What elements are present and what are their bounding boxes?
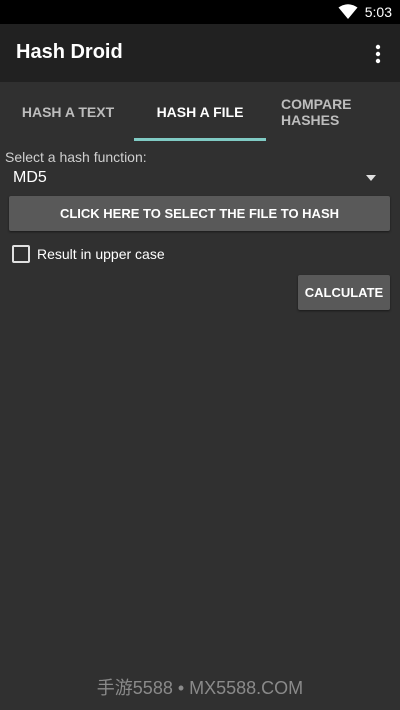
watermark-text: 手游5588 • MX5588.COM [96, 678, 304, 698]
active-tab-indicator [134, 138, 266, 141]
tab-hash-a-text[interactable]: HASH A TEXT [0, 82, 136, 142]
uppercase-checkbox[interactable] [12, 245, 30, 263]
hash-function-select[interactable]: MD5 [5, 166, 390, 190]
status-bar: 5:03 [0, 0, 400, 24]
status-time: 5:03 [364, 4, 392, 20]
app-title: Hash Droid [16, 41, 123, 63]
hash-function-value: MD5 [13, 169, 47, 186]
tab-hash-a-file[interactable]: HASH A FILE [134, 82, 266, 142]
app-bar: Hash Droid [0, 24, 400, 82]
calculate-button[interactable]: CALCULATE [298, 275, 390, 310]
tab-compare-hashes-label: COMPARE HASHES [281, 96, 352, 128]
uppercase-label: Result in upper case [37, 246, 165, 262]
more-vert-icon[interactable] [366, 42, 390, 66]
hash-function-label: Select a hash function: [5, 149, 147, 165]
tab-bar: HASH A TEXT HASH A FILE COMPARE HASHES [0, 82, 400, 142]
dropdown-arrow-icon [366, 175, 376, 181]
app-screen: 5:03 Hash Droid HASH A TEXT HASH A FILE … [0, 0, 400, 710]
wifi-icon [338, 4, 358, 19]
select-file-button[interactable]: CLICK HERE TO SELECT THE FILE TO HASH [9, 196, 390, 231]
tab-compare-hashes[interactable]: COMPARE HASHES [266, 82, 400, 142]
